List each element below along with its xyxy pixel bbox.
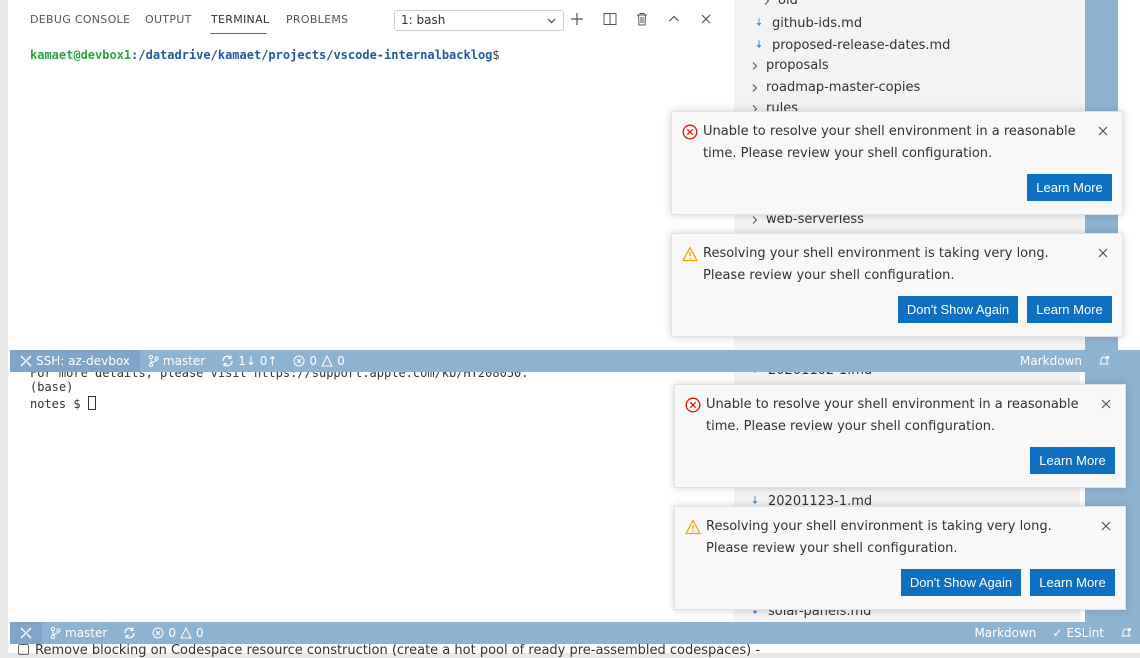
notification-message: Resolving your shell environment is taki… [703,246,1049,283]
learn-more-button[interactable]: Learn More [1027,174,1112,201]
bell-icon [1121,627,1132,637]
sync-icon [124,627,135,639]
remote-icon [20,355,32,367]
warning-icon [180,627,192,639]
sync-icon [222,355,233,367]
tree-folder[interactable]: roadmap-master-copies [750,80,920,95]
error-circle-icon [685,397,701,413]
notification-warning: Resolving your shell environment is taki… [674,506,1126,610]
markdown-file-icon: 🠇 [756,16,763,29]
tree-file[interactable]: 🠇 github-ids.md [756,14,862,33]
learn-more-button[interactable]: Learn More [1030,569,1115,596]
terminal-cursor [87,396,96,410]
warning-triangle-icon [685,519,701,535]
chevron-right-icon [752,215,758,224]
terminal-panel: DEBUG CONSOLE OUTPUT TERMINAL PROBLEMS 1… [10,0,734,350]
plus-icon [571,13,583,25]
chevron-right-icon [752,61,758,70]
close-icon[interactable] [1099,397,1113,411]
close-icon[interactable] [1096,246,1110,260]
git-branch-icon [50,627,61,639]
learn-more-button[interactable]: Learn More [1027,296,1112,323]
problems-button[interactable]: 0 0 [285,354,352,368]
close-icon[interactable] [1099,519,1113,533]
front-statusbar: SSH: az-devbox master 1↓ 0↑ 0 0 Markdown [10,350,1118,372]
check-icon: ✓ [1052,626,1063,640]
notification-error: Unable to resolve your shell environment… [671,111,1123,215]
close-icon [701,14,711,24]
back-editor-line: Remove blocking on Codespace resource co… [18,643,760,658]
bell-icon [1099,355,1110,365]
language-mode-button[interactable]: Markdown [966,626,1044,640]
terminal-select[interactable]: 1: bash [394,10,564,31]
back-statusbar: master 0 0 Markdown ✓ ESLint [10,622,1140,644]
notification-message: Resolving your shell environment is taki… [706,519,1052,556]
sync-button[interactable] [115,627,144,639]
new-terminal-button[interactable] [568,10,586,28]
split-terminal-button[interactable] [601,10,619,28]
eslint-button[interactable]: ✓ ESLint [1044,626,1112,640]
close-panel-button[interactable] [697,10,715,28]
tree-folder[interactable]: old [762,0,798,8]
tab-problems[interactable]: PROBLEMS [286,13,348,26]
language-mode-button[interactable]: Markdown [1012,354,1090,368]
chevron-right-icon [764,0,770,5]
kill-terminal-button[interactable] [633,10,651,28]
warning-icon [321,355,333,367]
tree-file[interactable]: 🠇 proposed-release-dates.md [756,36,950,55]
terminal-line: (base) [30,380,74,394]
markdown-file-icon: 🠇 [756,38,763,51]
close-icon[interactable] [1096,124,1110,138]
chevron-up-icon [669,15,679,22]
warning-triangle-icon [682,246,698,262]
terminal-prompt[interactable]: notes $ [30,396,96,411]
learn-more-button[interactable]: Learn More [1030,447,1115,474]
notification-message: Unable to resolve your shell environment… [706,397,1079,434]
git-branch-icon [148,355,159,367]
notification-warning: Resolving your shell environment is taki… [671,233,1123,337]
tab-output[interactable]: OUTPUT [145,13,192,26]
tab-debug-console[interactable]: DEBUG CONSOLE [30,13,130,26]
dont-show-again-button[interactable]: Don't Show Again [898,296,1018,323]
error-icon [152,627,164,639]
remote-button[interactable] [10,622,42,644]
tree-folder[interactable]: proposals [750,58,829,73]
sync-button[interactable]: 1↓ 0↑ [213,354,285,368]
tab-terminal[interactable]: TERMINAL [211,13,269,26]
notifications-button[interactable] [1112,627,1140,639]
error-circle-icon [682,124,698,140]
error-icon [293,355,305,367]
chevron-right-icon [752,83,758,92]
notifications-button[interactable] [1090,355,1118,367]
terminal-prompt[interactable]: kamaet@devbox1:/datadrive/kamaet/project… [30,48,500,62]
branch-button[interactable]: master [140,354,213,368]
notification-error: Unable to resolve your shell environment… [674,384,1126,488]
active-tab-indicator [210,33,267,34]
remote-button[interactable]: SSH: az-devbox [10,350,140,372]
split-icon [603,13,617,25]
trash-icon [637,13,647,26]
dont-show-again-button[interactable]: Don't Show Again [901,569,1021,596]
remote-icon [20,627,32,639]
maximize-panel-button[interactable] [665,10,683,28]
branch-button[interactable]: master [42,626,115,640]
problems-button[interactable]: 0 0 [144,626,211,640]
checkbox[interactable] [18,644,29,655]
notification-message: Unable to resolve your shell environment… [703,124,1076,161]
chevron-down-icon [547,18,556,24]
